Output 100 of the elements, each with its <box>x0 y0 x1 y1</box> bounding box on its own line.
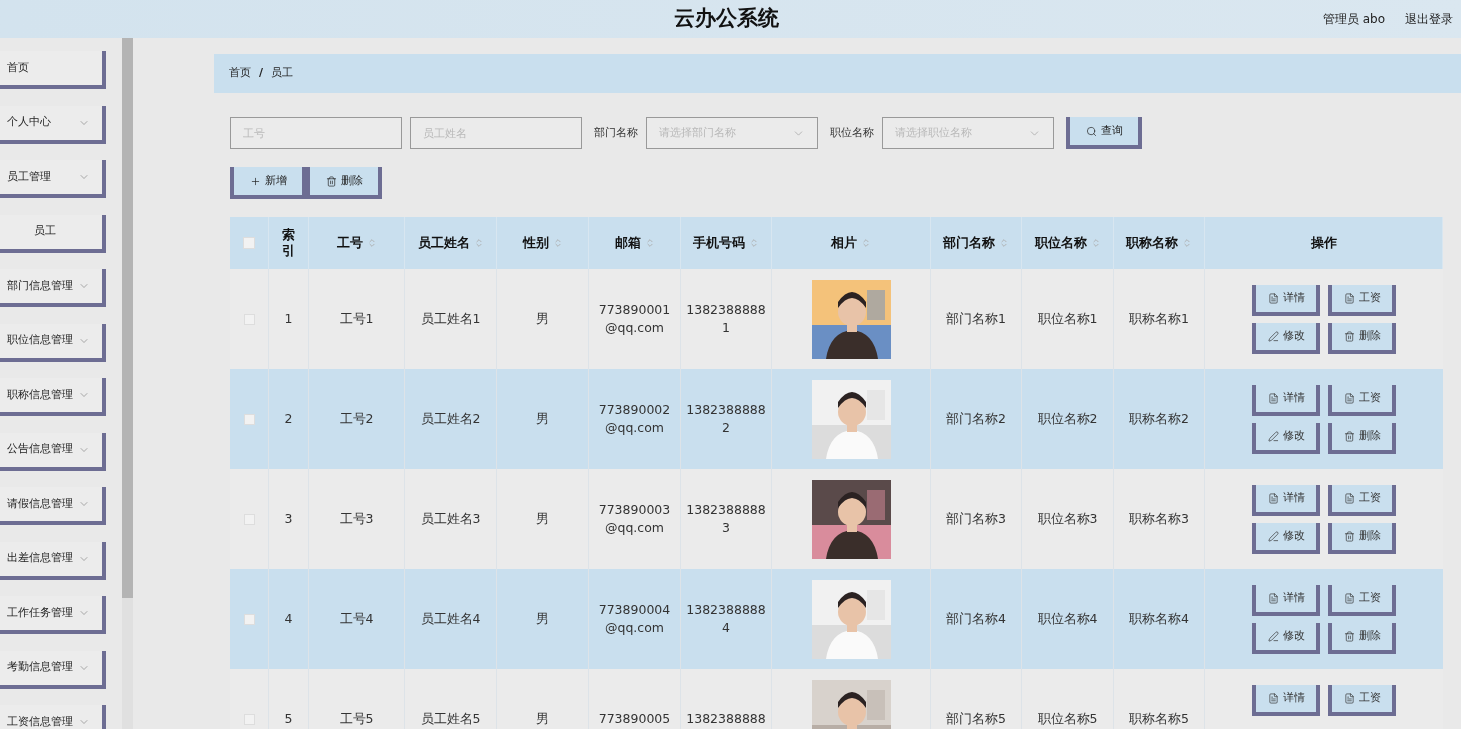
sort-icon[interactable] <box>1182 238 1192 248</box>
table-cell-text: 男 <box>536 509 549 528</box>
table-cell-text: 员工姓名4 <box>420 609 481 628</box>
delete-button[interactable]: 删除 <box>1328 323 1396 354</box>
breadcrumb-separator: / <box>259 65 264 82</box>
menu-item[interactable]: 首页 <box>0 51 106 89</box>
table-cell-text: 职称名称1 <box>1129 309 1189 328</box>
edit-button[interactable]: 修改 <box>1252 323 1320 354</box>
sort-icon[interactable] <box>366 238 377 248</box>
breadcrumb-item[interactable]: 员工 <box>271 65 294 82</box>
menu-item[interactable]: 出差信息管理 <box>0 541 106 580</box>
document-icon <box>1343 393 1355 404</box>
table-cell-text: 3 <box>284 509 293 528</box>
table-cell-text: 男 <box>536 309 549 328</box>
pencil-icon <box>1267 431 1279 442</box>
table-cell-text: 部门名称2 <box>946 409 1006 428</box>
detail-button[interactable]: 详情 <box>1252 485 1320 516</box>
salary-button[interactable]: 工资 <box>1328 685 1396 716</box>
plus-icon <box>249 175 261 187</box>
breadcrumb-item[interactable]: 首页 <box>229 65 251 82</box>
table-cell-text: 工号2 <box>339 409 374 428</box>
table-cell-text: 职称名称4 <box>1129 609 1189 628</box>
checkbox[interactable] <box>243 237 255 249</box>
table-cell-text: 员工姓名1 <box>420 309 481 328</box>
table-cell-text: 职称名称3 <box>1129 509 1189 528</box>
menu-item[interactable]: 员工管理 <box>0 160 106 198</box>
table-cell: 773890002 @qq.com <box>598 401 671 437</box>
table-cell-text: 工号5 <box>339 709 374 728</box>
checkbox[interactable] <box>243 613 255 625</box>
detail-button[interactable]: 详情 <box>1252 685 1320 716</box>
menu-item[interactable]: 部门信息管理 <box>0 269 106 307</box>
table-cell-text: 4 <box>284 609 293 628</box>
menu-item[interactable]: 工作任务管理 <box>0 596 106 634</box>
delete-button[interactable]: 删除 <box>1328 623 1396 654</box>
checkbox[interactable] <box>243 413 255 425</box>
pencil-icon <box>1267 331 1279 342</box>
sort-icon[interactable] <box>999 238 1009 248</box>
sort-icon[interactable] <box>1090 238 1101 248</box>
table-cell-text: 职位名称1 <box>1037 309 1098 328</box>
table-cell-text: 员工姓名3 <box>420 509 481 528</box>
trash-icon <box>1343 431 1355 442</box>
user-label: 管理员 abo <box>1322 11 1385 28</box>
table-cell: 1382388888 3 <box>686 501 766 537</box>
sort-icon[interactable] <box>749 238 759 248</box>
logout-link[interactable]: 退出登录 <box>1405 10 1453 28</box>
table-cell-text: 工号3 <box>339 509 374 528</box>
edit-button[interactable]: 修改 <box>1252 523 1320 554</box>
document-icon <box>1343 293 1355 304</box>
menu-item[interactable]: 考勤信息管理 <box>0 650 106 689</box>
delete-button[interactable]: 删除 <box>1328 423 1396 454</box>
menu-item[interactable]: 个人中心 <box>0 105 106 144</box>
sort-icon[interactable] <box>473 238 484 248</box>
trash-icon <box>1343 531 1355 542</box>
document-icon <box>1267 693 1279 704</box>
menu-item[interactable]: 公告信息管理 <box>0 432 106 471</box>
add-button[interactable]: 新增 <box>230 167 306 199</box>
salary-button[interactable]: 工资 <box>1328 385 1396 416</box>
submenu-item[interactable]: 员工 <box>0 214 106 253</box>
detail-button[interactable]: 详情 <box>1252 285 1320 316</box>
detail-button[interactable]: 详情 <box>1252 385 1320 416</box>
salary-button[interactable]: 工资 <box>1328 585 1396 616</box>
edit-button[interactable]: 修改 <box>1252 423 1320 454</box>
menu-item[interactable]: 职称信息管理 <box>0 378 106 416</box>
sort-icon[interactable] <box>552 238 563 248</box>
table-cell: 773890001 @qq.com <box>598 301 671 337</box>
table-cell-text: 部门名称5 <box>946 709 1006 728</box>
sort-icon[interactable] <box>644 238 655 248</box>
table-cell-text: 工号4 <box>339 609 374 628</box>
table-cell: 1382388888 4 <box>686 601 766 637</box>
detail-button[interactable]: 详情 <box>1252 585 1320 616</box>
document-icon <box>1267 593 1279 604</box>
trash-icon <box>325 175 337 187</box>
bulk-delete-button[interactable]: 删除 <box>306 167 382 199</box>
salary-button[interactable]: 工资 <box>1328 485 1396 516</box>
document-icon <box>1267 293 1279 304</box>
menu-item[interactable]: 职位信息管理 <box>0 323 106 362</box>
table-cell-text: 5 <box>284 709 293 728</box>
table-cell-text: 男 <box>536 709 549 728</box>
table-cell-text: 职位名称5 <box>1037 709 1098 728</box>
document-icon <box>1343 493 1355 504</box>
menu-item[interactable]: 请假信息管理 <box>0 487 106 525</box>
field-label: 部门名称 <box>594 124 638 141</box>
pencil-icon <box>1267 631 1279 642</box>
table-cell-text: 职位名称2 <box>1037 409 1098 428</box>
search-icon <box>1085 125 1097 137</box>
sort-icon[interactable] <box>861 238 871 248</box>
table-cell: 1382388888 <box>686 710 766 728</box>
table-cell-text: 职位名称3 <box>1037 509 1098 528</box>
search-button[interactable]: 查询 <box>1066 117 1142 149</box>
table-cell: 773890004 @qq.com <box>598 601 671 637</box>
trash-icon <box>1343 331 1355 342</box>
trash-icon <box>1343 631 1355 642</box>
salary-button[interactable]: 工资 <box>1328 285 1396 316</box>
pencil-icon <box>1267 531 1279 542</box>
edit-button[interactable]: 修改 <box>1252 623 1320 654</box>
table-cell: 773890003 @qq.com <box>598 501 671 537</box>
table-cell-text: 工号1 <box>339 309 374 328</box>
table-cell-text: 部门名称1 <box>946 309 1006 328</box>
table-cell-text: 男 <box>536 409 549 428</box>
delete-button[interactable]: 删除 <box>1328 523 1396 554</box>
